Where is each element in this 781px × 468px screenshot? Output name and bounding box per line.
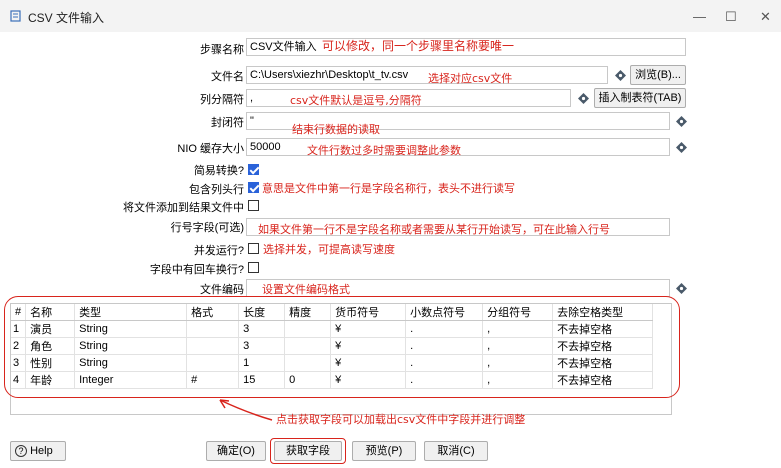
enclosure-label: 封闭符	[211, 117, 244, 129]
maximize-icon[interactable]: ☐	[725, 9, 737, 25]
delimiter-value: ,	[250, 92, 254, 104]
title-bar: CSV 文件输入 — ☐ ✕	[0, 0, 781, 32]
annotation-delimiter: csv文件默认是逗号,分隔符	[290, 94, 422, 107]
ok-label: 确定(O)	[217, 445, 255, 457]
encoding-label: 文件编码	[200, 284, 244, 296]
annotation-filename: 选择对应csv文件	[428, 72, 513, 85]
annotation-parallel: 选择并发，可提高读写速度	[263, 243, 395, 256]
parallel-label: 并发运行?	[193, 245, 244, 257]
annotation-row-number: 如果文件第一行不是字段名称或者需要从某行开始读写，可在此输入行号	[258, 223, 610, 236]
filename-label: 文件名	[211, 71, 244, 83]
get-fields-button[interactable]: 获取字段	[274, 441, 342, 461]
header-row-checkbox[interactable]	[248, 182, 259, 193]
help-icon: ?	[15, 445, 27, 458]
add-filename-label: 将文件添加到结果文件中	[123, 202, 244, 214]
browse-button[interactable]: 浏览(B)...	[630, 65, 686, 85]
parallel-checkbox[interactable]	[248, 243, 259, 254]
nio-buffer-label: NIO 缓存大小	[177, 143, 244, 155]
insert-tab-label: 插入制表符(TAB)	[598, 92, 682, 104]
annotation-get-fields: 点击获取字段可以加载出csv文件中字段并进行调整	[276, 413, 526, 426]
variable-icon[interactable]	[676, 142, 687, 153]
annotation-encoding: 设置文件编码格式	[262, 283, 350, 296]
filename-value: C:\Users\xiezhr\Desktop\t_tv.csv	[250, 69, 409, 81]
lazy-conversion-checkbox[interactable]	[248, 164, 259, 175]
enclosure-value: "	[250, 115, 254, 127]
nio-buffer-value: 50000	[250, 141, 281, 153]
help-button[interactable]: ? Help	[10, 441, 66, 461]
close-icon[interactable]: ✕	[760, 9, 771, 25]
app-icon	[10, 10, 21, 22]
variable-icon[interactable]	[578, 93, 589, 104]
row-number-label: 行号字段(可选)	[170, 222, 244, 234]
minimize-icon[interactable]: —	[693, 9, 706, 24]
cancel-button[interactable]: 取消(C)	[424, 441, 488, 461]
get-fields-label: 获取字段	[286, 445, 330, 457]
lazy-conversion-label: 简易转换?	[193, 165, 244, 177]
annotation-enclosure: 结束行数据的读取	[292, 123, 380, 136]
browse-label: 浏览(B)...	[635, 69, 681, 81]
variable-icon[interactable]	[676, 116, 687, 127]
ok-button[interactable]: 确定(O)	[206, 441, 266, 461]
step-name-label: 步骤名称	[200, 44, 244, 56]
window-title: CSV 文件输入	[28, 11, 105, 25]
preview-button[interactable]: 预览(P)	[352, 441, 416, 461]
add-filename-checkbox[interactable]	[248, 200, 259, 211]
annotation-step-name: 可以修改，同一个步骤里名称要唯一	[322, 39, 515, 53]
newline-fields-label: 字段中有回车换行?	[149, 264, 244, 276]
cancel-label: 取消(C)	[437, 445, 475, 457]
header-row-label: 包含列头行	[189, 184, 244, 196]
step-name-value: CSV文件输入	[250, 41, 317, 53]
variable-icon[interactable]	[615, 70, 626, 81]
newline-fields-checkbox[interactable]	[248, 262, 259, 273]
annotation-header-row: 意思是文件中第一行是字段名称行，表头不进行读写	[262, 182, 515, 195]
help-label: Help	[30, 445, 53, 457]
insert-tab-button[interactable]: 插入制表符(TAB)	[594, 88, 686, 108]
variable-icon[interactable]	[676, 283, 687, 294]
preview-label: 预览(P)	[365, 445, 403, 457]
filename-input[interactable]: C:\Users\xiezhr\Desktop\t_tv.csv	[246, 66, 608, 84]
delimiter-label: 列分隔符	[200, 94, 244, 106]
table-highlight-oval	[4, 296, 680, 398]
annotation-nio-buffer: 文件行数过多时需要调整此参数	[307, 144, 461, 157]
